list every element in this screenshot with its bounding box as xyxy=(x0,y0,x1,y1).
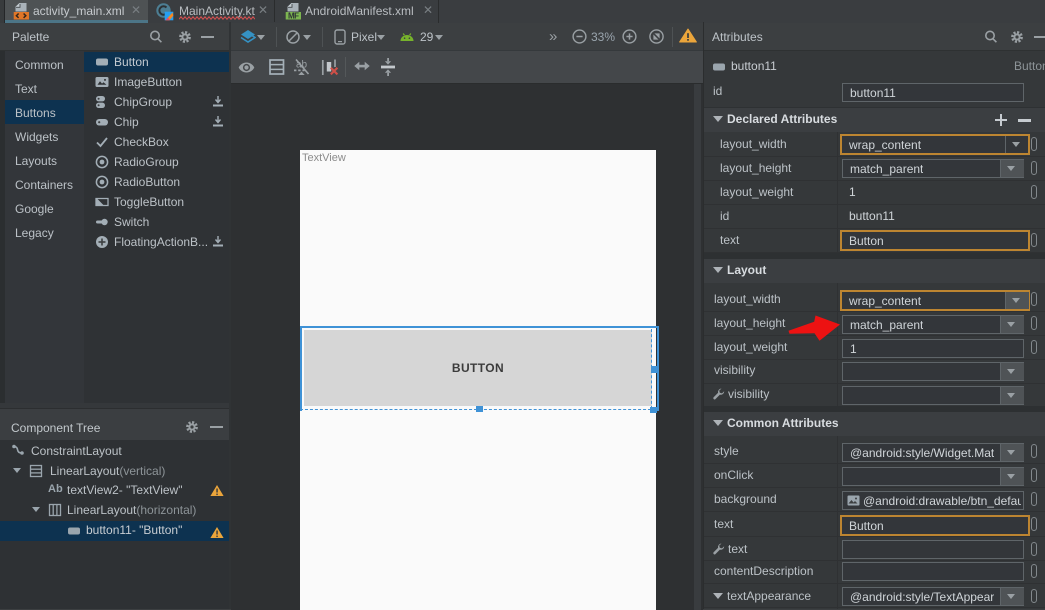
svg-text:MF: MF xyxy=(288,12,299,20)
